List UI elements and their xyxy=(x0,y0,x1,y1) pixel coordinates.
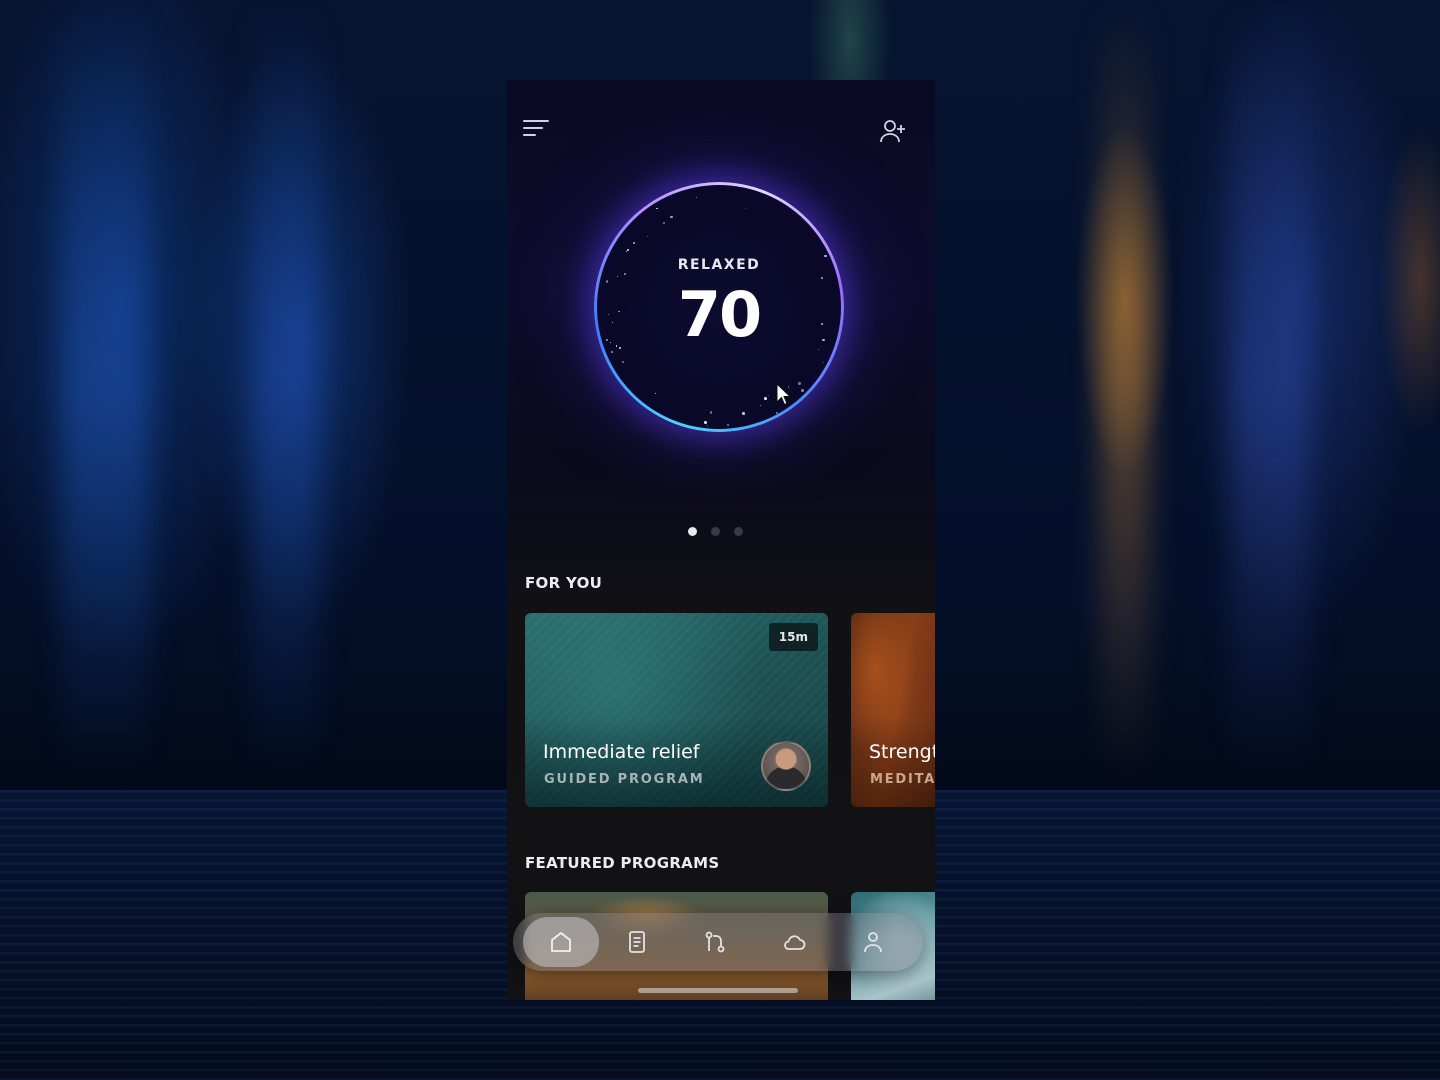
sparkle xyxy=(632,241,636,245)
featured-programs-title: FEATURED PROGRAMS xyxy=(525,854,720,872)
sparkle xyxy=(706,425,708,427)
sparkle xyxy=(768,394,770,397)
for-you-title: FOR YOU xyxy=(525,574,603,592)
gauge-label: RELAXED xyxy=(677,257,761,273)
sparkle xyxy=(646,235,649,238)
phone-screen: RELAXED 70 FOR YOU 15m Immediate relief … xyxy=(507,80,935,1000)
sparkle xyxy=(695,196,698,199)
sparkle xyxy=(764,397,768,401)
page-dot[interactable] xyxy=(688,527,697,536)
gauge-value: 70 xyxy=(677,278,762,351)
home-indicator[interactable] xyxy=(638,988,798,993)
sparkle xyxy=(624,273,626,275)
page-dot[interactable] xyxy=(711,527,720,536)
sparkle xyxy=(798,381,801,385)
sparkle xyxy=(605,280,609,283)
mouse-cursor-icon xyxy=(776,383,792,406)
nav-sleep[interactable] xyxy=(756,917,832,967)
carousel-indicator xyxy=(688,527,743,536)
sparkle xyxy=(742,412,745,415)
add-user-icon[interactable] xyxy=(877,116,909,148)
home-icon xyxy=(551,932,571,952)
card-subtitle: GUIDED PROGRAM xyxy=(544,772,705,787)
nav-journal[interactable] xyxy=(599,917,675,967)
cloud-icon xyxy=(784,935,806,950)
menu-icon[interactable] xyxy=(523,120,551,142)
sparkle xyxy=(727,424,730,427)
sparkle xyxy=(760,404,762,406)
sparkle xyxy=(656,207,658,210)
light-streak xyxy=(1230,0,1310,780)
sparkle xyxy=(744,207,747,209)
sparkle xyxy=(823,361,825,363)
sparkle xyxy=(704,421,707,425)
sparkle xyxy=(663,222,666,225)
light-streak xyxy=(1100,0,1150,780)
program-card[interactable]: Strengt MEDITA xyxy=(851,613,935,807)
journal-icon xyxy=(629,931,645,953)
sparkle xyxy=(615,345,617,347)
sparkle xyxy=(627,249,629,251)
sparkle xyxy=(776,412,779,414)
instructor-avatar xyxy=(761,741,811,791)
sparkle xyxy=(800,388,804,392)
card-subtitle: MEDITA xyxy=(870,772,935,787)
sparkle xyxy=(610,350,613,353)
mood-gauge[interactable]: RELAXED 70 xyxy=(594,182,844,432)
card-title: Immediate relief xyxy=(543,741,700,763)
sparkle xyxy=(611,321,613,323)
card-title: Strengt xyxy=(869,741,935,763)
sparkle xyxy=(621,360,625,364)
sparkle xyxy=(625,251,627,253)
program-card[interactable]: 15m Immediate relief GUIDED PROGRAM xyxy=(525,613,828,807)
duration-badge: 15m xyxy=(768,623,818,651)
nav-profile[interactable] xyxy=(835,917,911,967)
nav-home[interactable] xyxy=(523,917,599,967)
nav-path[interactable] xyxy=(677,917,753,967)
sparkle xyxy=(655,392,657,395)
sparkle xyxy=(709,411,713,414)
bottom-nav xyxy=(513,913,923,971)
light-streak xyxy=(250,0,320,780)
path-icon xyxy=(705,931,725,953)
sparkle xyxy=(670,215,673,219)
profile-icon xyxy=(864,932,882,953)
page-dot[interactable] xyxy=(734,527,743,536)
light-streak xyxy=(60,0,150,780)
